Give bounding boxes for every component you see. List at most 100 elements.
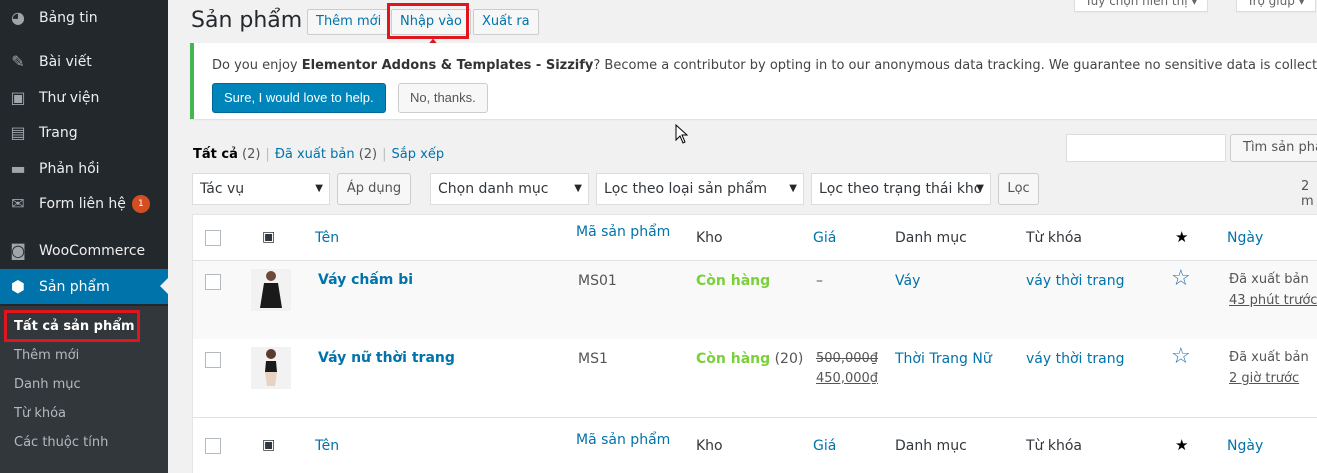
stock-status: Còn hàng xyxy=(696,273,771,289)
price-value: – xyxy=(816,273,823,289)
sidebar-item-label: Phản hồi xyxy=(39,160,100,177)
filter-count: (2) xyxy=(358,147,378,162)
select-all-checkbox[interactable] xyxy=(205,230,221,246)
sku-value: MS1 xyxy=(578,351,608,367)
notice-message: Do you enjoy Elementor Addons & Template… xyxy=(212,58,1317,73)
dropdown-arrow-icon: ▼ xyxy=(976,183,984,194)
export-button[interactable]: Xuất ra xyxy=(473,9,539,35)
column-sku[interactable]: Mã sản phẩm xyxy=(576,432,670,448)
current-menu-arrow xyxy=(160,278,168,294)
help-tab[interactable]: Trợ giúp ▾ xyxy=(1236,0,1316,12)
mail-icon: ✉ xyxy=(11,194,25,213)
submenu-attributes[interactable]: Các thuộc tính xyxy=(14,435,108,450)
publish-time: 2 giờ trước xyxy=(1229,371,1300,386)
decline-tracking-button[interactable]: No, thanks. xyxy=(398,83,488,113)
mouse-cursor-icon xyxy=(675,124,689,144)
stock-status: Còn hàng (20) xyxy=(696,351,804,367)
column-price[interactable]: Giá xyxy=(813,438,836,454)
publish-status: Đã xuất bản xyxy=(1229,272,1309,287)
star-outline-icon[interactable]: ☆ xyxy=(1171,344,1191,369)
sidebar-item-label: Sản phẩm xyxy=(39,278,110,295)
filter-all[interactable]: Tất cả xyxy=(193,147,238,162)
admin-notice: Do you enjoy Elementor Addons & Template… xyxy=(190,43,1317,119)
column-date[interactable]: Ngày xyxy=(1227,230,1263,246)
column-date[interactable]: Ngày xyxy=(1227,438,1263,454)
table-row: Váy chấm bi MS01 Còn hàng – Váy váy thời… xyxy=(193,261,1317,339)
publish-status: Đã xuất bản xyxy=(1229,350,1309,365)
pin-icon: ✎ xyxy=(11,52,25,71)
submenu-tags[interactable]: Từ khóa xyxy=(14,406,66,421)
star-outline-icon[interactable]: ☆ xyxy=(1171,266,1191,291)
sidebar-item-contact-form[interactable]: ✉ Form liên hệ 1 xyxy=(0,186,168,221)
product-thumbnail[interactable] xyxy=(251,269,291,311)
search-input[interactable] xyxy=(1066,134,1226,162)
notification-badge: 1 xyxy=(131,194,150,213)
column-price[interactable]: Giá xyxy=(813,230,836,246)
category-link[interactable]: Thời Trang Nữ xyxy=(895,351,992,367)
image-column-icon: ▣ xyxy=(262,229,276,245)
comment-icon: ▬ xyxy=(10,159,26,178)
column-category: Danh mục xyxy=(895,438,967,454)
column-name[interactable]: Tên xyxy=(315,438,339,454)
sidebar-item-label: Thư viện xyxy=(39,89,100,106)
highlight-box xyxy=(387,3,469,39)
page-icon: ▤ xyxy=(10,123,26,142)
category-link[interactable]: Váy xyxy=(895,273,920,289)
highlight-box xyxy=(4,310,140,342)
tag-link[interactable]: váy thời trang xyxy=(1026,273,1124,289)
column-category: Danh mục xyxy=(895,230,967,246)
column-name[interactable]: Tên xyxy=(315,230,339,246)
product-name-link[interactable]: Váy chấm bi xyxy=(318,272,413,288)
submenu-add-new[interactable]: Thêm mới xyxy=(14,348,79,363)
category-filter-select[interactable]: Chọn danh mục ▼ xyxy=(430,173,589,205)
apply-button[interactable]: Áp dụng xyxy=(337,173,411,205)
dashboard-icon: ◕ xyxy=(11,8,25,27)
accept-tracking-button[interactable]: Sure, I would love to help. xyxy=(212,83,386,113)
add-new-button[interactable]: Thêm mới xyxy=(307,9,391,35)
filter-published[interactable]: Đã xuất bản xyxy=(275,147,355,162)
featured-star-icon[interactable]: ★ xyxy=(1175,436,1188,454)
sort-link[interactable]: Sắp xếp xyxy=(392,147,445,162)
row-checkbox[interactable] xyxy=(205,274,221,290)
sidebar-item-comments[interactable]: ▬ Phản hồi xyxy=(0,151,168,186)
sidebar-item-woocommerce[interactable]: ◙ WooCommerce xyxy=(0,233,168,268)
screen-options-tab[interactable]: Tùy chọn hiển thị ▾ xyxy=(1074,0,1209,12)
regular-price: 500,000₫ xyxy=(816,351,879,366)
items-count: 2 m xyxy=(1301,179,1314,209)
product-type-filter-select[interactable]: Lọc theo loại sản phẩm ▼ xyxy=(596,173,804,205)
sidebar-item-media[interactable]: ▣ Thư viện xyxy=(0,80,168,115)
row-checkbox[interactable] xyxy=(205,352,221,368)
main-content: Tùy chọn hiển thị ▾ Trợ giúp ▾ Sản phẩm … xyxy=(168,0,1317,473)
search-products-button[interactable]: Tìm sản phẩm xyxy=(1230,134,1317,162)
column-stock: Kho xyxy=(696,230,723,246)
select-all-checkbox[interactable] xyxy=(205,438,221,454)
sidebar-item-label: Bài viết xyxy=(39,53,92,70)
filter-count: (2) xyxy=(242,147,261,162)
column-stock: Kho xyxy=(696,438,723,454)
sidebar-item-label: WooCommerce xyxy=(39,242,146,259)
column-tags: Từ khóa xyxy=(1026,230,1082,246)
tag-link[interactable]: váy thời trang xyxy=(1026,351,1124,367)
product-name-link[interactable]: Váy nữ thời trang xyxy=(318,350,455,366)
dropdown-arrow-icon: ▼ xyxy=(789,183,797,194)
table-header-row: ▣ Tên Mã sản phẩm Kho Giá Danh mục Từ kh… xyxy=(193,215,1317,261)
sidebar-item-posts[interactable]: ✎ Bài viết xyxy=(0,44,168,79)
stock-status-filter-select[interactable]: Lọc theo trạng thái kho ▼ xyxy=(811,173,991,205)
woo-icon: ◙ xyxy=(10,241,26,260)
dress-image-icon xyxy=(265,349,277,386)
dropdown-arrow-icon: ▼ xyxy=(315,183,323,194)
featured-star-icon[interactable]: ★ xyxy=(1175,228,1188,246)
box-icon: ⬢ xyxy=(11,277,25,296)
filter-button[interactable]: Lọc xyxy=(998,173,1039,205)
bulk-action-select[interactable]: Tác vụ ▼ xyxy=(192,173,330,205)
sku-value: MS01 xyxy=(578,273,617,289)
column-sku[interactable]: Mã sản phẩm xyxy=(576,224,670,240)
dropdown-arrow-icon: ▼ xyxy=(574,183,582,194)
sidebar-item-products[interactable]: ⬢ Sản phẩm xyxy=(0,269,168,304)
sidebar-item-dashboard[interactable]: ◕ Bảng tin xyxy=(0,0,168,35)
page-title: Sản phẩm xyxy=(191,8,303,33)
sidebar-item-pages[interactable]: ▤ Trang xyxy=(0,115,168,150)
product-thumbnail[interactable] xyxy=(251,347,291,389)
submenu-categories[interactable]: Danh mục xyxy=(14,377,81,392)
sale-price: 450,000₫ xyxy=(816,371,879,386)
